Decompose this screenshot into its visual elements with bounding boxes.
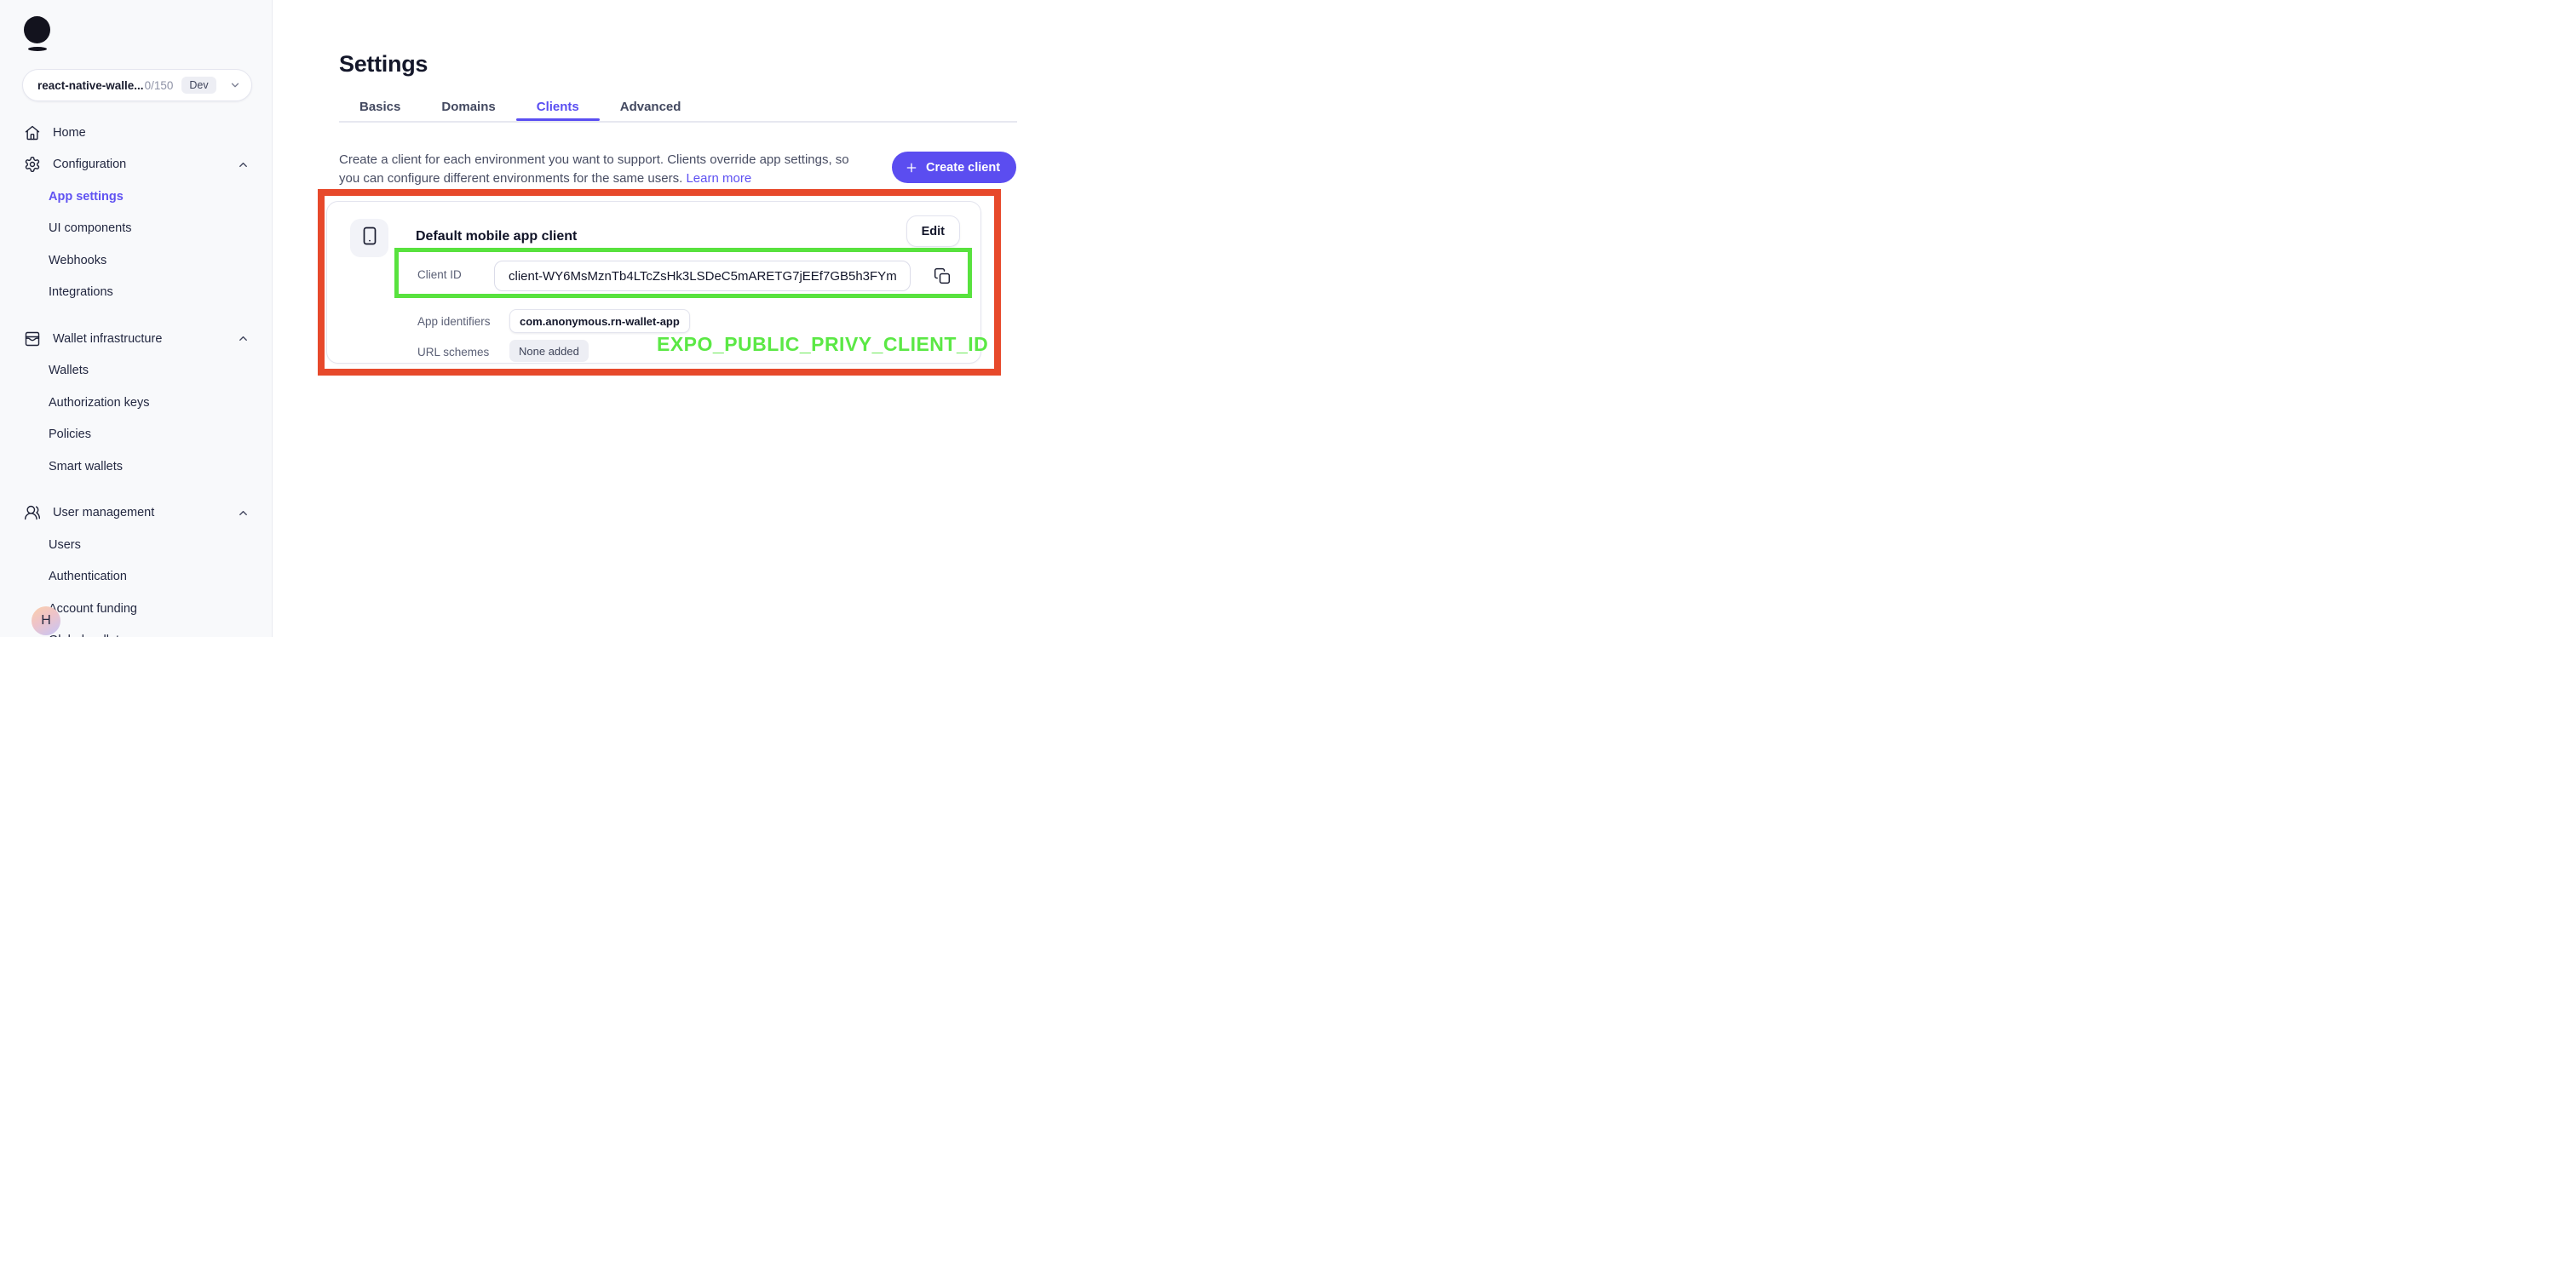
sidebar-item-smart-wallets[interactable]: Smart wallets: [0, 450, 272, 483]
gear-icon: [24, 156, 41, 173]
tab-clients[interactable]: Clients: [516, 92, 600, 121]
sidebar-item-configuration[interactable]: Configuration: [0, 149, 272, 181]
plus-icon: [905, 161, 918, 175]
sidebar-item-wallet-infrastructure[interactable]: Wallet infrastructure: [0, 323, 272, 355]
home-icon: [24, 124, 41, 141]
app-identifiers-label: App identifiers: [417, 315, 491, 328]
tabs-divider: [339, 121, 1017, 123]
chevron-up-icon: [237, 158, 250, 171]
sidebar-item-label: App settings: [49, 190, 124, 204]
create-client-label: Create client: [926, 161, 1000, 175]
sidebar-item-label: Account funding: [49, 602, 137, 616]
tab-label: Advanced: [620, 100, 681, 114]
client-id-field[interactable]: client-WY6MsMznTb4LTcZsHk3LSDeC5mARETG7j…: [494, 261, 911, 291]
client-card-title: Default mobile app client: [416, 229, 577, 244]
chevron-down-icon: [229, 79, 241, 91]
sidebar-item-label: Webhooks: [49, 254, 106, 267]
tab-label: Domains: [441, 100, 495, 114]
sidebar-item-label: Home: [53, 126, 86, 140]
sidebar-item-label: Wallet infrastructure: [53, 332, 162, 346]
sidebar-item-label: UI components: [49, 221, 132, 235]
description-line-1: Create a client for each environment you…: [339, 151, 884, 169]
tab-basics[interactable]: Basics: [339, 92, 421, 121]
tab-advanced[interactable]: Advanced: [600, 92, 702, 121]
sidebar-item-label: Authentication: [49, 570, 127, 583]
client-id-label: Client ID: [417, 268, 462, 281]
url-schemes-label: URL schemes: [417, 346, 489, 359]
chevron-up-icon: [237, 332, 250, 345]
project-usage: 0/150: [145, 79, 174, 92]
sidebar-item-integrations[interactable]: Integrations: [0, 277, 272, 309]
sidebar: react-native-walle... 0/150 Dev Home Con…: [0, 0, 273, 637]
privy-logo-base: [28, 47, 47, 51]
sidebar-item-label: Policies: [49, 428, 91, 441]
copy-icon[interactable]: [932, 266, 952, 286]
smartphone-icon: [359, 226, 380, 250]
avatar-initial: H: [41, 613, 51, 628]
sidebar-item-webhooks[interactable]: Webhooks: [0, 244, 272, 277]
sidebar-item-home[interactable]: Home: [0, 117, 272, 149]
sidebar-item-users[interactable]: Users: [0, 529, 272, 561]
user-avatar[interactable]: H: [32, 606, 60, 635]
wallet-icon: [24, 330, 41, 347]
mobile-client-tile: [350, 219, 388, 257]
privy-logo[interactable]: [24, 16, 50, 43]
sidebar-item-label: Smart wallets: [49, 460, 123, 473]
sidebar-item-label: Authorization keys: [49, 396, 149, 410]
description-text: you can configure different environments…: [339, 171, 682, 186]
tab-label: Basics: [359, 100, 400, 114]
sidebar-item-policies[interactable]: Policies: [0, 419, 272, 451]
sidebar-item-wallets[interactable]: Wallets: [0, 355, 272, 387]
sidebar-item-label: Wallets: [49, 364, 89, 377]
annotation-env-var-label: EXPO_PUBLIC_PRIVY_CLIENT_ID: [657, 333, 988, 356]
chevron-up-icon: [237, 507, 250, 519]
tab-domains[interactable]: Domains: [421, 92, 515, 121]
sidebar-item-label: Integrations: [49, 285, 113, 299]
sidebar-item-authentication[interactable]: Authentication: [0, 561, 272, 594]
create-client-button[interactable]: Create client: [892, 152, 1016, 183]
sidebar-item-app-settings[interactable]: App settings: [0, 181, 272, 213]
sidebar-item-user-management[interactable]: User management: [0, 497, 272, 530]
tab-label: Clients: [537, 100, 579, 114]
project-name: react-native-walle...: [37, 79, 144, 92]
sidebar-item-ui-components[interactable]: UI components: [0, 213, 272, 245]
settings-tabs: Basics Domains Clients Advanced: [339, 92, 701, 121]
project-selector[interactable]: react-native-walle... 0/150 Dev: [22, 69, 252, 101]
client-card-region: Default mobile app client Edit Client ID…: [326, 201, 981, 364]
env-badge: Dev: [181, 77, 216, 94]
clients-description: Create a client for each environment you…: [339, 151, 884, 187]
edit-button[interactable]: Edit: [906, 215, 960, 247]
learn-more-link[interactable]: Learn more: [686, 171, 751, 186]
sidebar-item-label: Global wallet: [49, 634, 119, 637]
sidebar-item-label: Users: [49, 538, 81, 552]
main-content: Settings Basics Domains Clients Advanced…: [273, 0, 1288, 637]
app-identifier-badge: com.anonymous.rn-wallet-app: [509, 309, 690, 333]
url-schemes-badge: None added: [509, 340, 589, 362]
sidebar-item-authorization-keys[interactable]: Authorization keys: [0, 387, 272, 419]
sidebar-item-label: Configuration: [53, 158, 126, 171]
sidebar-nav: Home Configuration App settings UI compo…: [0, 117, 272, 637]
app-window: react-native-walle... 0/150 Dev Home Con…: [0, 0, 1288, 637]
users-icon: [24, 504, 41, 521]
page-title: Settings: [339, 51, 428, 77]
sidebar-item-label: User management: [53, 506, 154, 519]
description-line-2: you can configure different environments…: [339, 169, 884, 188]
